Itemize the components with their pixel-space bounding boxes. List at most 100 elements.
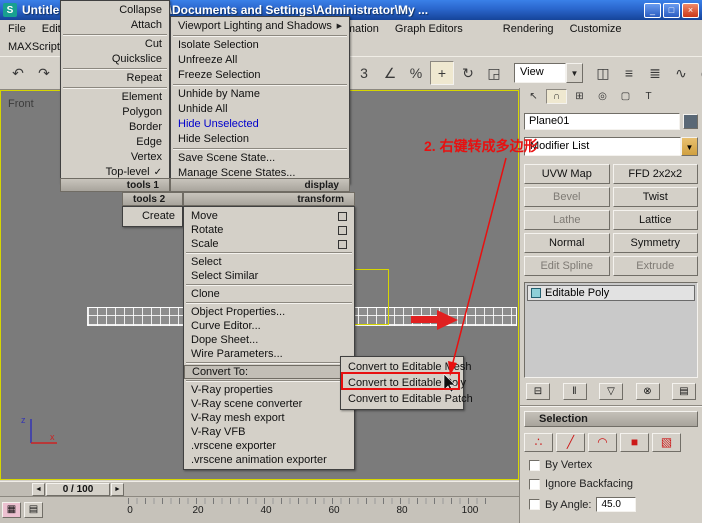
time-slider[interactable]: ◄ 0 / 100 ► (0, 481, 519, 496)
previous-frame-button[interactable]: ◄ (32, 483, 45, 496)
quad-header-display[interactable]: display (170, 178, 350, 192)
menubar-item-file[interactable]: File (0, 20, 34, 38)
menu-item-v-ray-vfb[interactable]: V-Ray VFB (184, 425, 354, 439)
configure-modifier-sets-icon[interactable]: ▤ (672, 383, 696, 400)
align-icon[interactable]: ≡ (617, 61, 641, 85)
menu-item-save-scene-state[interactable]: Save Scene State... (171, 151, 349, 166)
menu-item-convert-to[interactable]: Convert To:▶ (184, 365, 354, 379)
remove-modifier-icon[interactable]: ⊗ (636, 383, 660, 400)
menu-item-curve-editor[interactable]: Curve Editor... (184, 319, 354, 333)
edge-subobject-icon[interactable]: ╱ (556, 433, 585, 452)
percent-snap-icon[interactable]: % (404, 61, 428, 85)
ignore-backfacing-checkbox[interactable] (529, 479, 540, 490)
tab-utilities[interactable]: T (638, 89, 659, 104)
menu-item-scale[interactable]: Scale (184, 237, 354, 251)
mirror-icon[interactable]: ◫ (591, 61, 615, 85)
menu-item-unhide-all[interactable]: Unhide All (171, 102, 349, 117)
object-name-field[interactable] (524, 113, 680, 130)
menubar-item-customize[interactable]: Customize (562, 20, 630, 38)
modifier-button-bevel[interactable]: Bevel (524, 187, 610, 207)
menu-item-move[interactable]: Move (184, 209, 354, 223)
menu-item-cut[interactable]: Cut (61, 37, 169, 52)
show-end-result-icon[interactable]: ‖ (563, 383, 587, 400)
select-scale-icon[interactable]: ◲ (482, 61, 506, 85)
modifier-button-extrude[interactable]: Extrude (613, 256, 699, 276)
menu-item-rotate[interactable]: Rotate (184, 223, 354, 237)
modifier-button-normal[interactable]: Normal (524, 233, 610, 253)
by-angle-value-field[interactable] (596, 497, 636, 512)
menu-item-unfreeze-all[interactable]: Unfreeze All (171, 53, 349, 68)
vertex-subobject-icon[interactable]: ∴ (524, 433, 553, 452)
tab-display[interactable]: ▢ (615, 89, 636, 104)
layer-manager-icon[interactable]: ≣ (643, 61, 667, 85)
polygon-subobject-icon[interactable]: ■ (620, 433, 649, 452)
modifier-button-edit-spline[interactable]: Edit Spline (524, 256, 610, 276)
menu-item-wire-parameters[interactable]: Wire Parameters... (184, 347, 354, 361)
menu-item-hide-selection[interactable]: Hide Selection (171, 132, 349, 147)
menu-item-isolate-selection[interactable]: Isolate Selection (171, 38, 349, 53)
menubar-item-graph-editors[interactable]: Graph Editors (387, 20, 471, 38)
redo-icon[interactable]: ↷ (32, 61, 56, 85)
menu-item-polygon[interactable]: Polygon (61, 105, 169, 120)
stack-entry-editable-poly[interactable]: Editable Poly (527, 285, 695, 301)
modifier-button-ffd-2x2x2[interactable]: FFD 2x2x2 (613, 164, 699, 184)
menu-item-v-ray-mesh-export[interactable]: V-Ray mesh export (184, 411, 354, 425)
modifier-list-dropdown[interactable]: Modifier List ▼ (524, 137, 698, 156)
settings-box-icon[interactable] (338, 226, 347, 235)
select-move-icon[interactable]: + (430, 61, 454, 85)
quad-header-transform[interactable]: transform (183, 192, 355, 206)
menu-item-border[interactable]: Border (61, 120, 169, 135)
mini-listener-macro-icon[interactable]: ▦ (2, 502, 21, 518)
menu-item-repeat[interactable]: Repeat (61, 71, 169, 86)
menu-item-vertex[interactable]: Vertex (61, 150, 169, 165)
menu-item-vrscene-exporter[interactable]: .vrscene exporter (184, 439, 354, 453)
menu-item-convert-to-editable-mesh[interactable]: Convert to Editable Mesh (341, 359, 463, 375)
tab-motion[interactable]: ◎ (592, 89, 613, 104)
track-bar[interactable]: 020406080100 (0, 496, 519, 523)
by-vertex-checkbox[interactable] (529, 460, 540, 471)
menu-item-collapse[interactable]: Collapse (61, 3, 169, 18)
minimize-button[interactable]: _ (644, 3, 661, 18)
material-editor-icon[interactable]: ◉ (695, 61, 702, 85)
tab-modify[interactable]: ∩ (546, 89, 567, 104)
menu-item-convert-to-editable-patch[interactable]: Convert to Editable Patch (341, 391, 463, 407)
menubar-item-rendering[interactable]: Rendering (495, 20, 562, 38)
snap-toggle-icon[interactable]: 3 (352, 61, 376, 85)
menu-item-attach[interactable]: Attach (61, 18, 169, 33)
dropdown-arrow-icon[interactable]: ▼ (681, 137, 698, 156)
menu-item-v-ray-scene-converter[interactable]: V-Ray scene converter (184, 397, 354, 411)
maximize-button[interactable]: □ (663, 3, 680, 18)
undo-icon[interactable]: ↶ (6, 61, 30, 85)
curve-editor-icon[interactable]: ∿ (669, 61, 693, 85)
make-unique-icon[interactable]: ▽ (599, 383, 623, 400)
settings-box-icon[interactable] (338, 212, 347, 221)
dropdown-arrow-icon[interactable]: ▼ (566, 63, 583, 83)
menu-item-vrscene-animation-exporter[interactable]: .vrscene animation exporter (184, 453, 354, 467)
menu-item-clone[interactable]: Clone (184, 287, 354, 301)
tab-create[interactable]: ↖ (523, 89, 544, 104)
quad-header-tools1[interactable]: tools 1 (60, 178, 170, 192)
border-subobject-icon[interactable]: ◠ (588, 433, 617, 452)
menu-item-quickslice[interactable]: Quickslice (61, 52, 169, 67)
menu-item-dope-sheet[interactable]: Dope Sheet... (184, 333, 354, 347)
selection-rollout-header[interactable]: Selection (524, 411, 698, 427)
menu-item-element[interactable]: Element (61, 90, 169, 105)
time-slider-thumb[interactable]: 0 / 100 (46, 483, 110, 496)
menu-item-convert-to-editable-poly[interactable]: Convert to Editable Poly (341, 375, 463, 391)
next-frame-button[interactable]: ► (111, 483, 124, 496)
menu-item-select[interactable]: Select (184, 255, 354, 269)
element-subobject-icon[interactable]: ▧ (652, 433, 681, 452)
quad-header-tools2[interactable]: tools 2 (122, 192, 183, 206)
menu-item-viewport-lighting-and-shadows[interactable]: Viewport Lighting and Shadows▶ (171, 19, 349, 34)
mini-listener-script-icon[interactable]: ▤ (24, 502, 43, 518)
tab-hierarchy[interactable]: ⊞ (569, 89, 590, 104)
close-button[interactable]: × (682, 3, 699, 18)
menu-item-edge[interactable]: Edge (61, 135, 169, 150)
pin-stack-icon[interactable]: ⊟ (526, 383, 550, 400)
viewport-label[interactable]: Front (8, 98, 34, 110)
modifier-button-uvw-map[interactable]: UVW Map (524, 164, 610, 184)
menu-item-v-ray-properties[interactable]: V-Ray properties (184, 383, 354, 397)
modifier-button-lathe[interactable]: Lathe (524, 210, 610, 230)
settings-box-icon[interactable] (338, 240, 347, 249)
modifier-button-lattice[interactable]: Lattice (613, 210, 699, 230)
